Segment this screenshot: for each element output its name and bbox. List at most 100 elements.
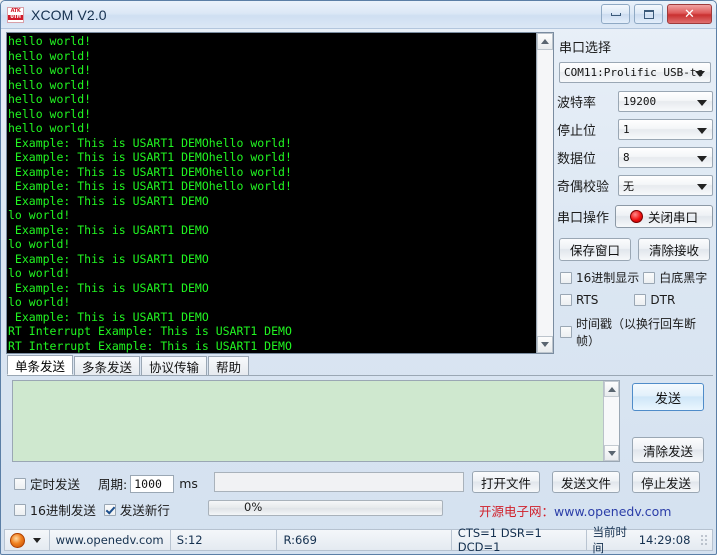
chevron-down-icon	[697, 156, 707, 162]
receive-line: Example: This is USART1 DEMOhello world!	[8, 136, 536, 151]
chevron-down-icon	[697, 184, 707, 190]
period-input[interactable]: 1000	[130, 475, 174, 493]
newline-send-label: 发送新行	[120, 500, 170, 519]
timed-send-row: 定时发送 周期: 1000 ms	[14, 474, 198, 493]
receive-line: lo world!	[8, 295, 536, 310]
white-background-label: 白底黑字	[659, 269, 707, 286]
tab-3[interactable]: 帮助	[208, 356, 249, 375]
send-scrollbar[interactable]	[603, 381, 619, 461]
timestamp-label: 时间戳（以换行回车断帧）	[576, 315, 713, 349]
chevron-down-icon	[697, 128, 707, 134]
save-window-button[interactable]: 保存窗口	[559, 238, 631, 261]
send-button-label: 发送	[655, 388, 681, 407]
baud-select-value: 19200	[623, 95, 656, 108]
port-section-title: 串口选择	[559, 37, 713, 56]
tab-0[interactable]: 单条发送	[7, 355, 73, 375]
minimize-button[interactable]	[601, 4, 630, 24]
status-received: R:669	[277, 530, 451, 550]
port-select[interactable]: COM11:Prolific USB-tc	[559, 62, 711, 83]
status-signals: CTS=1 DSR=1 DCD=1	[452, 530, 587, 550]
newline-send-checkbox[interactable]	[104, 504, 116, 516]
baud-select[interactable]: 19200	[618, 91, 713, 112]
chevron-down-icon	[541, 342, 549, 347]
status-time-label: 当前时间	[593, 524, 636, 555]
tab-label: 单条发送	[15, 356, 65, 375]
promo-text: 开源电子网：www.openedv.com	[479, 501, 671, 520]
receive-line: Example: This is USART1 DEMO	[8, 223, 536, 238]
scroll-track[interactable]	[537, 50, 553, 336]
hex-send-checkbox[interactable]	[14, 504, 26, 516]
status-site: www.openedv.com	[49, 530, 171, 550]
file-path-input[interactable]	[214, 472, 464, 492]
send-button[interactable]: 发送	[632, 383, 704, 411]
close-port-button-label: 关闭串口	[648, 207, 698, 226]
timed-send-checkbox[interactable]	[14, 478, 26, 490]
scroll-down-button[interactable]	[537, 336, 553, 353]
chevron-down-icon[interactable]	[33, 538, 41, 543]
tab-label: 帮助	[216, 357, 241, 376]
receive-line: RT Interrupt Example: This is USART1 DEM…	[8, 324, 536, 339]
receive-line: Example: This is USART1 DEMO	[8, 194, 536, 209]
status-bar: www.openedv.com S:12 R:669 CTS=1 DSR=1 D…	[4, 529, 713, 551]
receive-line: hello world!	[8, 63, 536, 78]
maximize-button[interactable]	[634, 4, 663, 24]
settings-panel: 串口选择 COM11:Prolific USB-tc 波特率 19200 停止位…	[557, 32, 713, 354]
receive-textarea[interactable]: hello world!hello world!hello world!hell…	[7, 33, 536, 353]
send-file-button-label: 发送文件	[561, 473, 611, 492]
send-scroll-up-button[interactable]	[604, 381, 619, 397]
display-options-row: 16进制显示 白底黑字	[560, 269, 713, 286]
hex-display-label: 16进制显示	[576, 269, 639, 286]
receive-line: hello world!	[8, 34, 536, 49]
panel-action-buttons: 保存窗口 清除接收	[559, 238, 713, 261]
save-window-button-label: 保存窗口	[570, 240, 620, 259]
send-panel	[12, 380, 620, 462]
receive-line: Example: This is USART1 DEMO	[8, 252, 536, 267]
send-textarea[interactable]	[13, 381, 603, 461]
clear-send-button[interactable]: 清除发送	[632, 437, 704, 463]
window-title: XCOM V2.0	[31, 7, 107, 23]
timestamp-checkbox[interactable]	[560, 326, 572, 338]
stopbits-select[interactable]: 1	[618, 119, 713, 140]
chevron-down-icon	[697, 100, 707, 106]
hex-display-checkbox[interactable]	[560, 272, 572, 284]
clear-send-button-label: 清除发送	[643, 441, 693, 460]
clear-receive-button-label: 清除接收	[649, 240, 699, 259]
receive-line: hello world!	[8, 121, 536, 136]
send-scroll-track[interactable]	[604, 397, 619, 445]
receive-line: hello world!	[8, 107, 536, 122]
timed-send-label: 定时发送	[30, 474, 80, 493]
send-progress-percent: 0%	[244, 500, 262, 514]
receive-scrollbar[interactable]	[536, 33, 553, 353]
send-file-button[interactable]: 发送文件	[552, 471, 620, 493]
stop-send-button[interactable]: 停止发送	[632, 471, 700, 493]
period-label: 周期:	[98, 474, 127, 493]
resize-grip-icon[interactable]	[696, 534, 708, 546]
scroll-up-button[interactable]	[537, 33, 553, 50]
port-select-value: COM11:Prolific USB-tc	[564, 66, 703, 79]
send-scroll-down-button[interactable]	[604, 445, 619, 461]
white-background-checkbox[interactable]	[643, 272, 655, 284]
rts-checkbox[interactable]	[560, 294, 572, 306]
dtr-label: DTR	[650, 293, 675, 307]
databits-label: 数据位	[557, 148, 596, 167]
databits-select[interactable]: 8	[618, 147, 713, 168]
parity-label: 奇偶校验	[557, 176, 609, 195]
chevron-down-icon	[608, 451, 616, 456]
tab-1[interactable]: 多条发送	[74, 356, 140, 375]
send-options-row: 16进制发送 发送新行	[14, 500, 170, 519]
receive-line: lo world!	[8, 208, 536, 223]
open-file-button[interactable]: 打开文件	[472, 471, 540, 493]
close-port-button[interactable]: 关闭串口	[615, 205, 713, 228]
stop-send-button-label: 停止发送	[641, 473, 691, 492]
stopbits-select-value: 1	[623, 123, 630, 136]
close-button[interactable]: ✕	[667, 4, 712, 24]
tab-2[interactable]: 协议传输	[141, 356, 207, 375]
receive-line: hello world!	[8, 92, 536, 107]
clear-receive-button[interactable]: 清除接收	[638, 238, 710, 261]
parity-select[interactable]: 无	[618, 175, 713, 196]
window-controls: ✕	[601, 4, 712, 24]
dtr-checkbox[interactable]	[634, 294, 646, 306]
title-bar: ATK0TH XCOM V2.0 ✕	[1, 1, 716, 29]
port-operation-label: 串口操作	[557, 207, 609, 226]
receive-line: hello world!	[8, 49, 536, 64]
